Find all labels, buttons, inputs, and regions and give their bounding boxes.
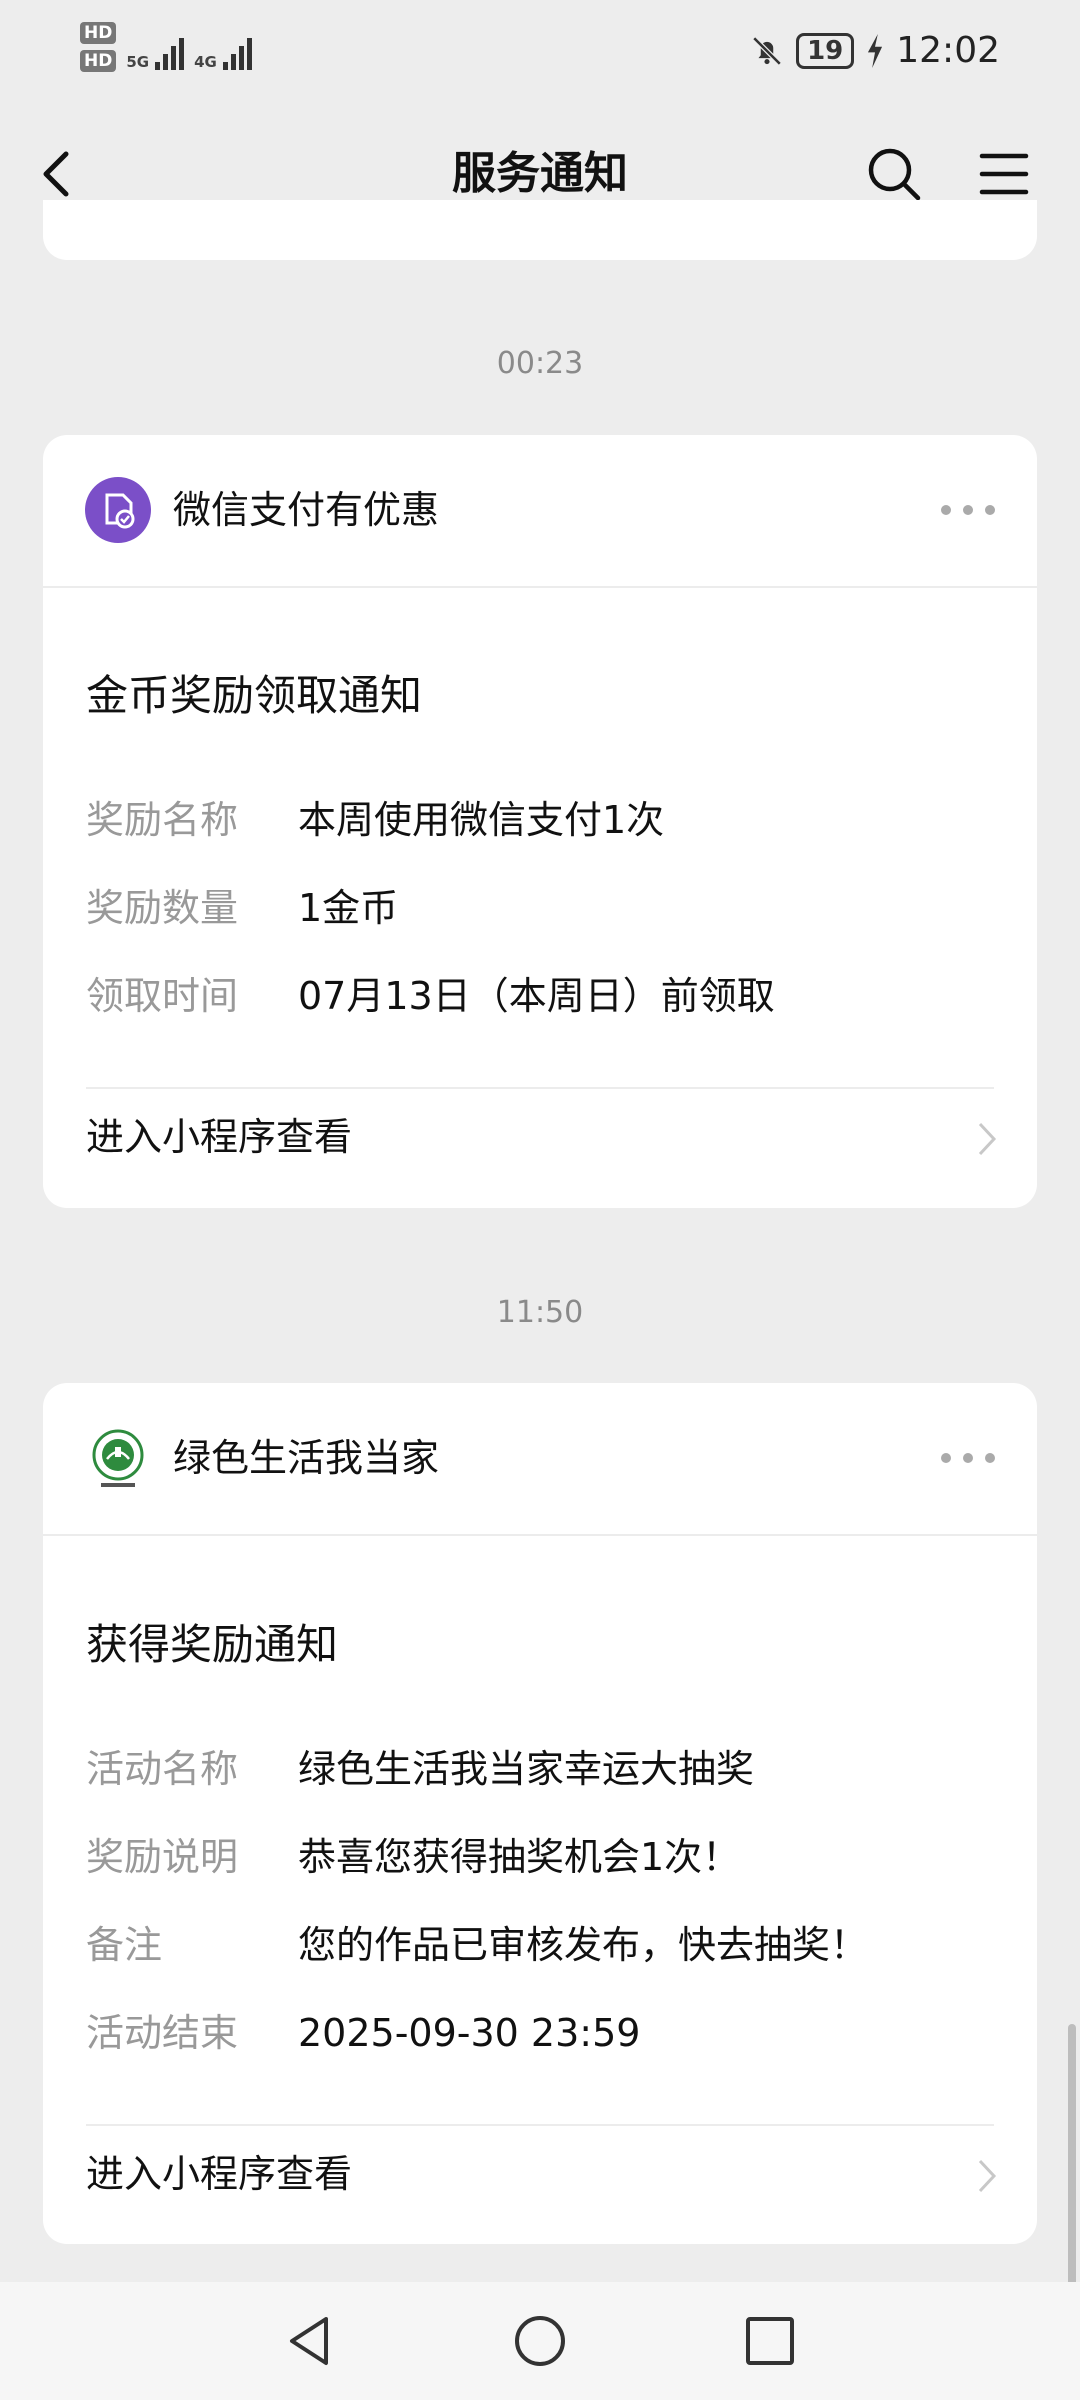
detail-value: 07月13日（本周日）前领取 [298,974,775,1018]
detail-value: 绿色生活我当家幸运大抽奖 [298,1747,755,1791]
status-bar: HD HD 5G 4G 19 12:02 [0,0,1080,108]
hd-badge-1: HD [80,22,117,44]
link-label: 进入小程序查看 [86,1115,353,1159]
open-mini-program-link[interactable]: 进入小程序查看 [43,2126,1037,2226]
status-time: 12:02 [896,30,1000,71]
app-name[interactable]: 绿色生活我当家 [173,1431,439,1485]
status-left: HD HD 5G 4G [80,22,252,72]
signal-4g-label: 4G [194,53,217,71]
detail-row: 奖励数量 1金币 [86,881,986,935]
search-icon[interactable] [864,144,924,204]
signal-4g: 4G [194,22,252,70]
detail-key: 奖励数量 [86,886,239,930]
notice-title: 获得奖励通知 [86,1620,339,1669]
detail-key: 备注 [86,1923,163,1967]
detail-value: 1金币 [298,886,399,930]
card-header: 绿色生活我当家 [43,1383,1037,1536]
detail-row: 领取时间 07月13日（本周日）前领取 [86,969,986,1023]
status-right: 19 12:02 [750,30,1000,71]
back-triangle-icon[interactable] [282,2313,338,2369]
detail-row: 活动结束 2025-09-30 23:59 [86,2006,986,2060]
card-header: 微信支付有优惠 [43,435,1037,588]
notice-title: 金币奖励领取通知 [86,671,423,720]
detail-value: 2025-09-30 23:59 [298,2011,641,2055]
green-life-logo-icon [85,1425,151,1491]
signal-5g-label: 5G [126,53,150,71]
detail-key: 领取时间 [86,974,239,1018]
home-circle-icon[interactable] [512,2313,568,2369]
battery-level: 19 [796,32,855,69]
signal-bars-icon [222,34,252,70]
message-card[interactable]: 微信支付有优惠 金币奖励领取通知 奖励名称 本周使用微信支付1次 奖励数量 1金币 … [43,435,1037,1208]
detail-key: 活动名称 [86,1747,239,1791]
previous-message-card[interactable] [43,200,1037,260]
signal-bars-icon [155,34,185,70]
hd-indicators: HD HD [80,22,117,72]
detail-value: 您的作品已审核发布，快去抽奖！ [298,1923,869,1967]
chevron-right-icon [978,2159,997,2193]
message-time: 11:50 [496,1295,584,1330]
detail-key: 奖励名称 [86,798,239,842]
scrollbar-thumb[interactable] [1068,2024,1076,2286]
system-nav-bar [0,2282,1080,2400]
detail-key: 奖励说明 [86,1835,239,1879]
detail-value: 本周使用微信支付1次 [298,798,665,842]
chevron-right-icon [978,1122,997,1156]
signal-5g: 5G [126,22,185,71]
menu-icon[interactable] [976,146,1032,202]
detail-row: 奖励说明 恭喜您获得抽奖机会1次！ [86,1830,986,1884]
detail-row: 活动名称 绿色生活我当家幸运大抽奖 [86,1742,986,1796]
detail-row: 奖励名称 本周使用微信支付1次 [86,793,986,847]
bell-off-icon [752,35,782,66]
app-name[interactable]: 微信支付有优惠 [173,483,439,537]
message-card[interactable]: 绿色生活我当家 获得奖励通知 活动名称 绿色生活我当家幸运大抽奖 奖励说明 恭喜您获… [43,1383,1037,2244]
detail-row: 备注 您的作品已审核发布，快去抽奖！ [86,1918,986,1972]
detail-key: 活动结束 [86,2011,239,2055]
message-time: 00:23 [496,346,584,381]
detail-value: 恭喜您获得抽奖机会1次！ [298,1835,741,1879]
more-options-icon[interactable] [941,1453,995,1463]
open-mini-program-link[interactable]: 进入小程序查看 [43,1089,1037,1189]
hd-badge-2: HD [80,50,117,72]
wechat-pay-coupon-icon [85,477,151,543]
more-options-icon[interactable] [941,505,995,515]
charging-bolt-icon [868,33,883,68]
link-label: 进入小程序查看 [86,2152,353,2196]
recents-square-icon[interactable] [742,2313,798,2369]
